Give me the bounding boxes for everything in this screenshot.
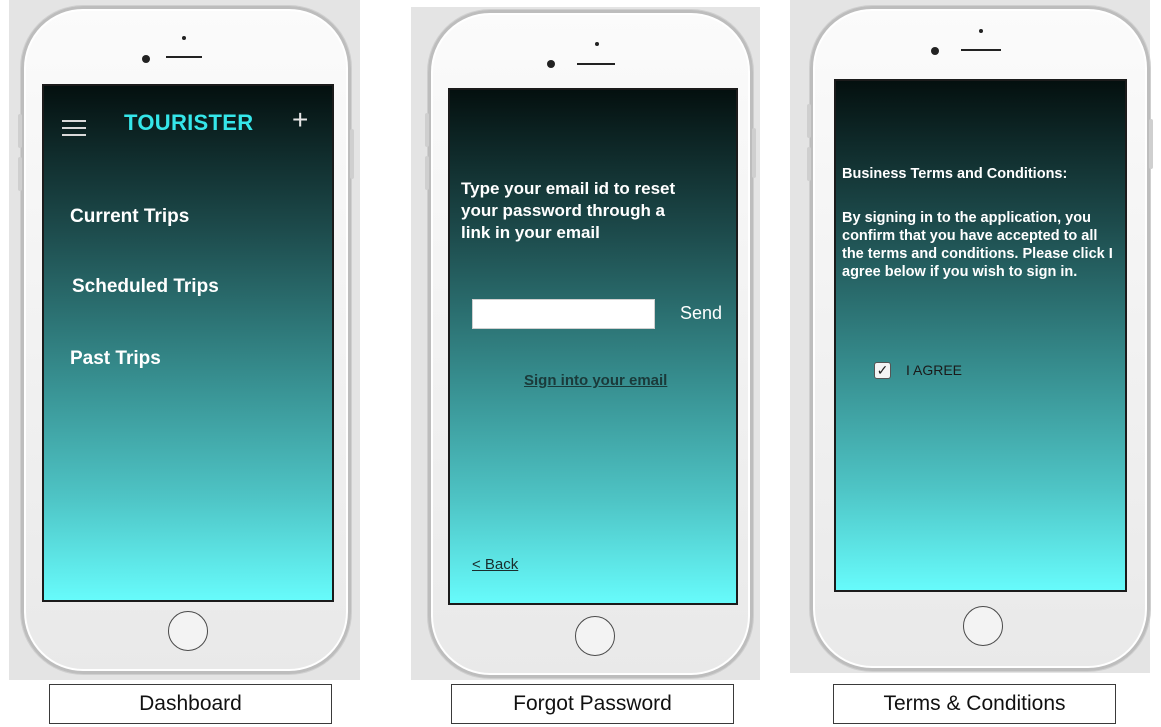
camera-icon — [547, 60, 555, 68]
speaker-icon — [166, 56, 202, 58]
speaker-icon — [577, 63, 615, 65]
caption-terms: Terms & Conditions — [833, 684, 1116, 724]
email-input[interactable] — [472, 299, 655, 329]
terms-screen: Business Terms and Conditions: By signin… — [834, 79, 1127, 592]
terms-body: By signing in to the application, you co… — [842, 210, 1113, 280]
dashboard-screen: TOURISTER + Current Trips Scheduled Trip… — [42, 84, 334, 602]
back-link[interactable]: < Back — [472, 556, 518, 573]
forgot-password-screen: Type your email id to reset your passwor… — [448, 88, 738, 605]
agree-checkbox[interactable]: ✓ — [874, 362, 891, 379]
terms-heading: Business Terms and Conditions: — [842, 166, 1068, 182]
speaker-icon — [961, 49, 1001, 51]
home-button[interactable] — [963, 606, 1003, 646]
nav-item-past-trips[interactable]: Past Trips — [70, 348, 161, 370]
agree-label: I AGREE — [906, 362, 963, 378]
volume-button — [807, 147, 811, 181]
power-button — [350, 129, 354, 179]
app-title: TOURISTER — [124, 110, 254, 135]
sensor-icon — [182, 36, 186, 40]
send-button[interactable]: Send — [680, 303, 722, 324]
camera-icon — [931, 47, 939, 55]
volume-button — [18, 114, 22, 148]
volume-button — [807, 104, 811, 138]
plus-icon[interactable]: + — [292, 106, 308, 134]
caption-dashboard: Dashboard — [49, 684, 332, 724]
power-button — [752, 128, 756, 178]
sensor-icon — [595, 42, 599, 46]
power-button — [1149, 119, 1153, 169]
volume-button — [425, 113, 429, 147]
home-button[interactable] — [168, 611, 208, 651]
nav-item-scheduled-trips[interactable]: Scheduled Trips — [72, 276, 219, 298]
nav-item-current-trips[interactable]: Current Trips — [70, 206, 189, 228]
hamburger-icon[interactable] — [62, 120, 86, 141]
camera-icon — [142, 55, 150, 63]
home-button[interactable] — [575, 616, 615, 656]
sign-into-email-link[interactable]: Sign into your email — [524, 372, 667, 389]
sensor-icon — [979, 29, 983, 33]
volume-button — [425, 156, 429, 190]
reset-instructions: Type your email id to reset your passwor… — [461, 179, 676, 242]
caption-forgot-password: Forgot Password — [451, 684, 734, 724]
volume-button — [18, 157, 22, 191]
